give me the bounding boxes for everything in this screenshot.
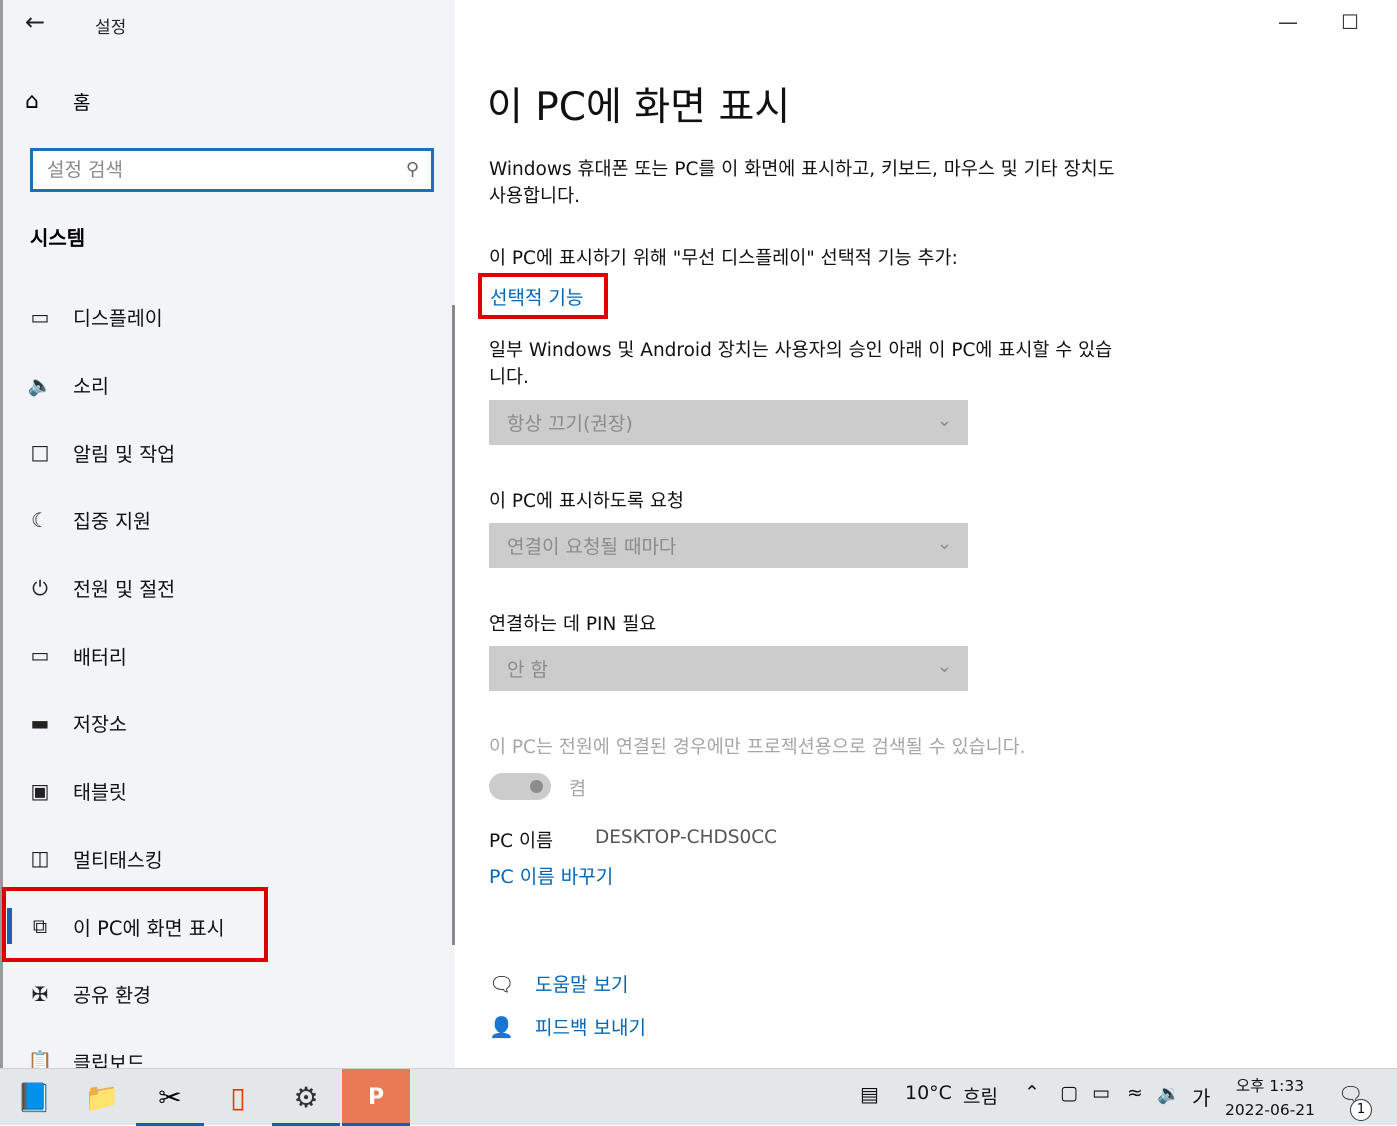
search-input[interactable]	[33, 151, 389, 189]
dropdown-value: 항상 끄기(권장)	[507, 413, 633, 435]
minimize-icon[interactable]: —	[1278, 10, 1298, 34]
meet-now-icon[interactable]: ▢	[1060, 1082, 1078, 1104]
projection-availability-dropdown[interactable]: 항상 끄기(권장) ⌄	[489, 400, 968, 445]
sidebar-item-label: 클립보드	[73, 1051, 145, 1068]
speaker-icon: 🔈	[27, 372, 53, 397]
home-icon: ⌂	[25, 89, 39, 114]
settings-icon[interactable]: ⚙	[272, 1069, 340, 1126]
sidebar-item-tablet[interactable]: ▣ 태블릿	[3, 757, 455, 825]
file-explorer-icon[interactable]: 📁	[68, 1069, 136, 1126]
weather-text[interactable]: 흐림	[963, 1082, 998, 1109]
taskbar: 📘 📁 ✂ ▯ ⚙ P ▤ 10°C 흐림 ⌃ ▢ ▭ ≈ 🔉 가 오후 1:3…	[0, 1068, 1397, 1126]
sidebar-item-notifications[interactable]: □ 알림 및 작업	[3, 418, 455, 486]
feedback-row[interactable]: 👤 피드백 보내기	[489, 1013, 646, 1040]
power-only-toggle[interactable]	[489, 773, 551, 800]
sidebar-item-label: 배터리	[73, 645, 127, 669]
sidebar-item-project-to-pc[interactable]: ⧉ 이 PC에 화면 표시	[3, 892, 455, 960]
clipboard-icon: 📋	[27, 1049, 53, 1068]
office-icon[interactable]: ▯	[204, 1069, 272, 1126]
moon-icon: ☾	[31, 507, 49, 532]
feedback-icon: 👤	[489, 1014, 514, 1039]
ask-to-project-label: 이 PC에 표시하도록 요청	[489, 491, 684, 512]
sidebar-item-label: 이 PC에 화면 표시	[73, 916, 225, 940]
get-help-row[interactable]: 🗨 도움말 보기	[489, 970, 628, 997]
battery-tray-icon[interactable]: ▭	[1092, 1082, 1110, 1104]
shared-icon: ✠	[31, 981, 49, 1006]
sidebar-item-storage[interactable]: ▬ 저장소	[3, 689, 455, 757]
settings-sidebar: ← 설정 ⌂ 홈 ⚲ 시스템 ▭ 디스플레이 🔈 소리 □ 알림 및 작업 ☾ …	[0, 0, 455, 1068]
optional-features-link[interactable]: 선택적 기능	[490, 283, 583, 310]
power-icon: ⏻	[32, 575, 48, 600]
chevron-down-icon: ⌄	[936, 656, 952, 677]
toggle-knob	[530, 780, 543, 793]
volume-icon[interactable]: 🔉	[1157, 1082, 1181, 1105]
toggle-state-label: 켬	[569, 779, 587, 800]
pc-name-label: PC 이름	[489, 831, 553, 852]
sidebar-item-label: 디스플레이	[73, 307, 163, 331]
tablet-icon: ▣	[30, 778, 50, 803]
pin-required-dropdown[interactable]: 안 함 ⌄	[489, 646, 968, 691]
clock-time: 오후 1:33	[1235, 1077, 1305, 1095]
sidebar-item-label: 소리	[73, 375, 109, 399]
project-icon: ⧉	[32, 914, 48, 939]
snipping-tool-icon[interactable]: ✂	[136, 1069, 204, 1126]
sidebar-item-label: 공유 환경	[73, 984, 151, 1008]
search-icon[interactable]: ⚲	[406, 159, 419, 180]
some-devices-text: 일부 Windows 및 Android 장치는 사용자의 승인 아래 이 PC…	[489, 340, 1113, 388]
sidebar-item-home[interactable]: ⌂ 홈	[25, 88, 90, 115]
battery-icon: ▭	[30, 643, 50, 668]
chevron-down-icon: ⌄	[936, 533, 952, 554]
sidebar-nav: ▭ 디스플레이 🔈 소리 □ 알림 및 작업 ☾ 집중 지원 ⏻ 전원 및 절전…	[3, 283, 455, 1068]
search-box[interactable]: ⚲	[30, 148, 434, 192]
clock-date: 2022-06-21	[1224, 1101, 1316, 1119]
storage-icon: ▬	[30, 710, 50, 735]
sidebar-item-label: 태블릿	[73, 781, 127, 805]
sidebar-scrollbar[interactable]	[452, 305, 455, 945]
pin-required-label: 연결하는 데 PIN 필요	[489, 614, 657, 635]
sidebar-item-display[interactable]: ▭ 디스플레이	[3, 283, 455, 351]
sidebar-item-label: 알림 및 작업	[73, 442, 176, 466]
powerpoint-icon[interactable]: P	[342, 1069, 410, 1126]
sidebar-item-label: 전원 및 절전	[73, 578, 176, 602]
sidebar-item-battery[interactable]: ▭ 배터리	[3, 621, 455, 689]
dropdown-value: 연결이 요청될 때마다	[507, 536, 677, 558]
sidebar-item-label: 멀티태스킹	[73, 848, 163, 872]
chevron-down-icon: ⌄	[936, 410, 952, 431]
sidebar-item-sound[interactable]: 🔈 소리	[3, 351, 455, 419]
multitasking-icon: ◫	[30, 846, 50, 871]
maximize-icon[interactable]: ☐	[1341, 10, 1359, 34]
page-title: 이 PC에 화면 표시	[487, 85, 791, 130]
sidebar-item-label: 저장소	[73, 713, 127, 737]
feedback-link[interactable]: 피드백 보내기	[535, 1013, 646, 1040]
ime-indicator[interactable]: 가	[1192, 1082, 1210, 1111]
notification-icon: □	[30, 440, 50, 465]
notification-count-badge: 1	[1350, 1099, 1372, 1121]
get-help-link[interactable]: 도움말 보기	[535, 970, 628, 997]
ask-to-project-dropdown[interactable]: 연결이 요청될 때마다 ⌄	[489, 523, 968, 568]
sidebar-item-power[interactable]: ⏻ 전원 및 절전	[3, 554, 455, 622]
home-label: 홈	[73, 92, 91, 114]
monitor-icon: ▭	[30, 304, 50, 329]
power-note-text: 이 PC는 전원에 연결된 경우에만 프로젝션용으로 검색될 수 있습니다.	[489, 737, 1026, 758]
chevron-up-icon[interactable]: ⌃	[1024, 1082, 1040, 1104]
section-title: 시스템	[30, 226, 86, 250]
notepad-icon[interactable]: 📘	[0, 1069, 68, 1126]
sidebar-item-label: 집중 지원	[73, 510, 151, 534]
sidebar-item-shared-experiences[interactable]: ✠ 공유 환경	[3, 960, 455, 1028]
sidebar-item-multitasking[interactable]: ◫ 멀티태스킹	[3, 825, 455, 893]
pc-name-value: DESKTOP-CHDS0CC	[595, 827, 778, 848]
sidebar-item-clipboard[interactable]: 📋 클립보드	[3, 1028, 455, 1068]
taskbar-clock[interactable]: 오후 1:33 2022-06-21	[1220, 1074, 1320, 1122]
weather-temp[interactable]: 10°C	[905, 1082, 952, 1104]
dropdown-value: 안 함	[507, 659, 548, 681]
wifi-icon[interactable]: ≈	[1127, 1082, 1143, 1104]
window-title: 설정	[95, 18, 127, 38]
weather-icon[interactable]: ▤	[860, 1082, 879, 1106]
help-chat-icon: 🗨	[489, 971, 515, 996]
rename-pc-link[interactable]: PC 이름 바꾸기	[489, 862, 613, 889]
add-feature-text: 이 PC에 표시하기 위해 "무선 디스플레이" 선택적 기능 추가:	[489, 248, 958, 269]
page-description: Windows 휴대폰 또는 PC를 이 화면에 표시하고, 키보드, 마우스 …	[489, 159, 1115, 207]
sidebar-item-focus-assist[interactable]: ☾ 집중 지원	[3, 486, 455, 554]
arrow-left-icon[interactable]: ←	[25, 8, 45, 36]
